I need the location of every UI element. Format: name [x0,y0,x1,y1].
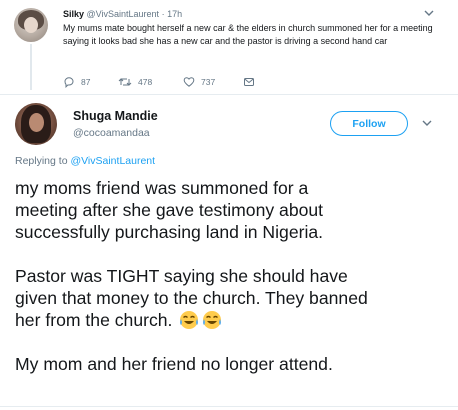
tweet-line: my moms friend was summoned for a [15,178,309,198]
tweet-line: My mom and her friend no longer attend. [15,354,333,374]
tweet-line: Pastor was TIGHT saying she should have [15,266,348,286]
thread-connector [30,44,32,90]
replying-to-label: Replying to [15,155,68,167]
face-with-tears-of-joy-icon [203,311,222,329]
tweet-line: her from the church. [15,310,173,330]
parent-author-handle[interactable]: @VivSaintLaurent [87,9,160,19]
reply-icon [64,77,74,88]
tweet-line-with-emoji: her from the church. [15,309,445,331]
follow-button[interactable]: Follow [330,111,408,136]
retweet-button[interactable]: 478 [118,76,152,88]
envelope-icon [244,78,254,86]
reply-count: 87 [81,77,91,87]
tweet-body: my moms friend was summoned for a meetin… [15,177,445,375]
heart-icon [183,77,195,87]
chevron-down-icon[interactable] [421,118,433,128]
replying-to-link[interactable]: @VivSaintLaurent [70,155,155,167]
parent-tweet[interactable]: Silky @VivSaintLaurent · 17h My mums mat… [0,0,458,98]
author-handle[interactable]: @cocoamandaa [73,127,150,139]
parent-avatar[interactable] [14,8,48,42]
like-count: 737 [201,77,216,87]
tweet-line: meeting after she gave testimony about [15,200,324,220]
chevron-down-icon[interactable] [423,8,435,18]
parent-header: Silky @VivSaintLaurent · 17h [63,9,183,19]
bottom-divider [0,406,458,407]
replying-to: Replying to @VivSaintLaurent [15,155,155,167]
tweet-line: given that money to the church. They ban… [15,288,368,308]
tweet-divider [0,94,458,95]
parent-author-name[interactable]: Silky [63,9,84,19]
message-button[interactable] [243,76,255,88]
parent-timestamp[interactable]: 17h [167,9,182,19]
author-avatar[interactable] [15,103,57,145]
parent-tweet-text: My mums mate bought herself a new car & … [63,23,433,46]
author-name[interactable]: Shuga Mandie [73,109,158,123]
tweet-line: successfully purchasing land in Nigeria. [15,222,324,242]
retweet-count: 478 [138,77,153,87]
face-with-tears-of-joy-icon [180,311,199,329]
reply-button[interactable]: 87 [63,76,90,88]
retweet-icon [118,78,132,86]
like-button[interactable]: 737 [183,76,215,88]
